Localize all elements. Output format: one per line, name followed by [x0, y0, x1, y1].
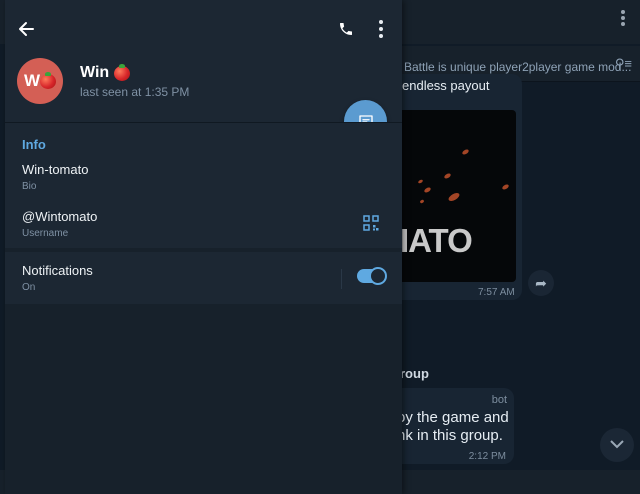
- row-separator: [341, 269, 342, 289]
- message-time: 7:57 AM: [478, 287, 515, 298]
- toggle-knob: [369, 267, 387, 285]
- forward-icon[interactable]: ➦: [528, 270, 554, 296]
- username-label: Username: [22, 228, 69, 239]
- tomato-emoji-icon: [40, 71, 57, 89]
- notifications-toggle[interactable]: [357, 267, 387, 285]
- phone-icon[interactable]: [333, 16, 359, 42]
- message-text: nk in this group.: [397, 427, 503, 444]
- notifications-label: Notifications: [22, 263, 93, 278]
- message-media[interactable]: IATO: [400, 110, 516, 282]
- user-profile-panel: W Win last seen at 1:35 PM Info Win-toma…: [5, 0, 402, 494]
- qr-code-icon[interactable]: [363, 215, 383, 235]
- scroll-down-icon[interactable]: [600, 428, 634, 462]
- bio-value[interactable]: Win-tomato: [22, 162, 88, 177]
- avatar[interactable]: W: [17, 58, 63, 104]
- info-section-title: Info: [22, 137, 46, 152]
- pin-list-icon[interactable]: ⚲≡: [615, 56, 632, 72]
- message-time: 2:12 PM: [468, 451, 506, 462]
- message-text-partial: roup: [400, 366, 429, 381]
- message-bubble: bot oy the game and nk in this group. 2:…: [397, 388, 514, 464]
- chat-menu-icon[interactable]: [616, 8, 630, 28]
- profile-header: W Win last seen at 1:35 PM: [5, 0, 402, 122]
- media-caption: IATO: [400, 222, 473, 259]
- more-vertical-icon[interactable]: [371, 16, 391, 42]
- pinned-message-text: Battle is unique player2player game mod.…: [404, 60, 632, 74]
- message-text: endless payout: [402, 78, 490, 93]
- profile-name-row: Win: [80, 63, 131, 82]
- message-sender: bot: [491, 394, 507, 406]
- notifications-status: On: [22, 282, 36, 293]
- notifications-row[interactable]: Notifications On: [5, 252, 402, 304]
- username-value[interactable]: @Wintomato: [22, 209, 97, 224]
- info-section: Info Win-tomato Bio @Wintomato Username: [5, 122, 402, 248]
- message-text: oy the game and: [397, 409, 509, 426]
- bio-label: Bio: [22, 181, 37, 192]
- last-seen-status: last seen at 1:35 PM: [80, 85, 190, 99]
- avatar-initial: W: [24, 71, 57, 91]
- tomato-emoji-icon: [114, 63, 131, 81]
- back-arrow-icon[interactable]: [13, 16, 39, 42]
- profile-name: Win: [80, 64, 110, 81]
